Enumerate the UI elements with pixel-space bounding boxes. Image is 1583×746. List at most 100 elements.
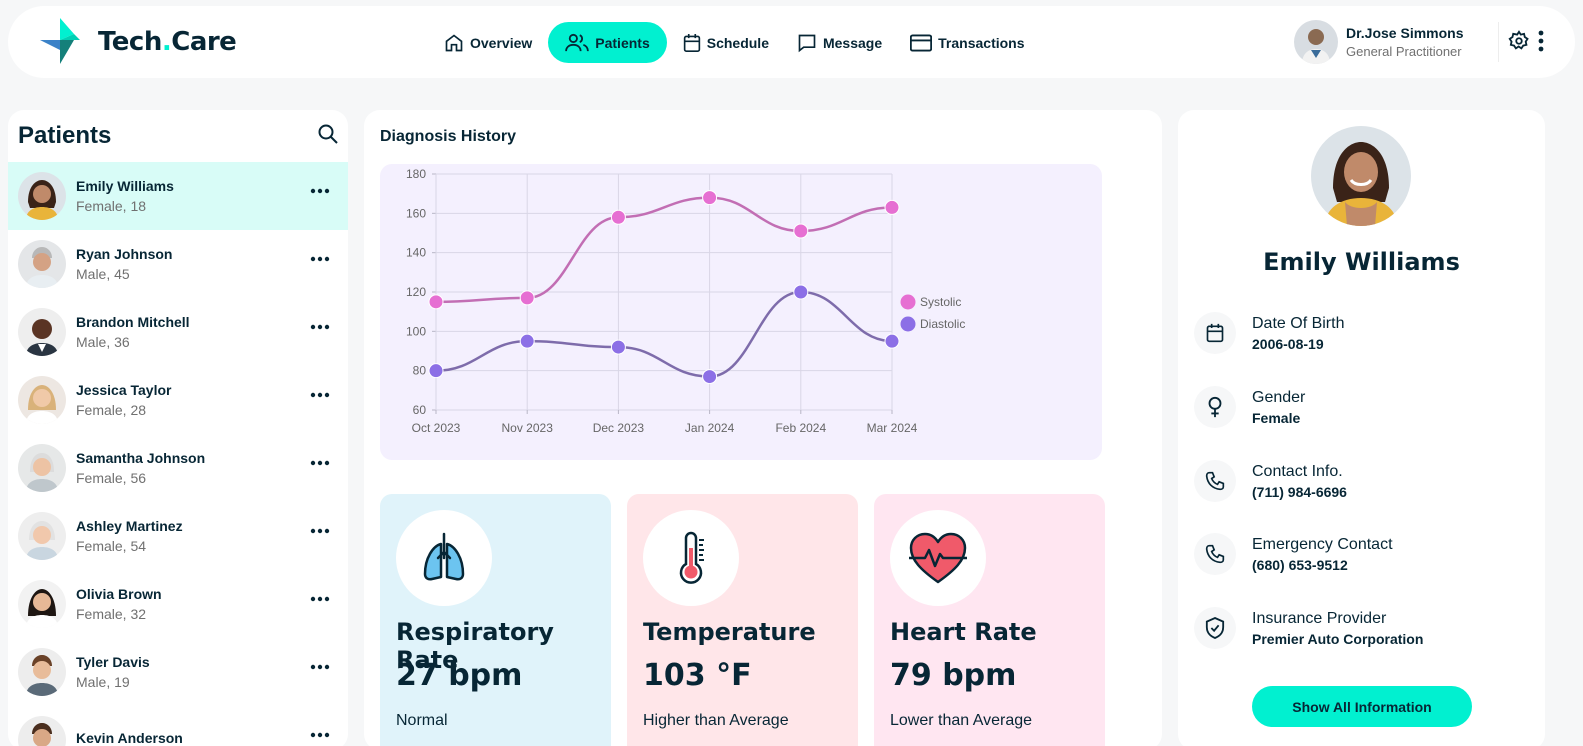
vital-value: 79 bpm xyxy=(890,658,1017,693)
y-tick-label: 120 xyxy=(406,285,426,299)
patient-gender: Female, xyxy=(76,198,127,214)
lungs-icon xyxy=(423,532,465,581)
patient-name: Emily Williams xyxy=(76,178,174,194)
patient-row[interactable]: Tyler Davis Male, 19 xyxy=(8,638,348,706)
nav-patients-label: Patients xyxy=(595,34,650,51)
profile-field-value: Premier Auto Corporation xyxy=(1252,630,1424,647)
patient-row[interactable]: Brandon Mitchell Male, 36 xyxy=(8,298,348,366)
nav-patients[interactable]: Patients xyxy=(548,22,667,63)
vital-label: Temperature xyxy=(643,618,816,646)
vital-icon-circle xyxy=(890,510,986,606)
patient-row[interactable]: Samantha Johnson Female, 56 xyxy=(8,434,348,502)
calendar-icon xyxy=(1206,323,1224,343)
more-horizontal-icon[interactable] xyxy=(310,596,330,602)
profile-field-label: Emergency Contact xyxy=(1252,535,1393,553)
doctor-profile[interactable]: Dr.Jose Simmons General Practitioner xyxy=(1294,20,1464,64)
phone-icon xyxy=(1205,471,1225,491)
patient-avatar xyxy=(18,240,66,288)
nav-overview-label: Overview xyxy=(470,34,533,51)
data-point-diastolic xyxy=(610,339,626,355)
more-horizontal-icon[interactable] xyxy=(310,392,330,398)
show-all-information-button[interactable]: Show All Information xyxy=(1252,686,1472,727)
nav-transactions[interactable]: Transactions xyxy=(898,22,1036,63)
home-icon xyxy=(445,33,463,51)
app-logo[interactable]: Tech.Care xyxy=(40,18,237,66)
profile-photo xyxy=(1311,126,1411,226)
series-line-diastolic xyxy=(435,290,893,378)
patient-row[interactable]: Olivia Brown Female, 32 xyxy=(8,570,348,638)
patient-name: Samantha Johnson xyxy=(76,450,206,466)
patient-row[interactable]: Jessica Taylor Female, 28 xyxy=(8,366,348,434)
blood-pressure-chart: 60 80 100 120 140 160 180 Oct 2023 Nov 2023 Dec 2… xyxy=(380,164,1102,460)
profile-field-value: Female xyxy=(1252,409,1301,426)
patient-row[interactable]: Ashley Martinez Female, 54 xyxy=(8,502,348,570)
patient-gender: Male, xyxy=(76,674,111,690)
main-nav: Overview Patients Schedule Message Trans… xyxy=(432,22,1041,63)
diagnosis-panel: Diagnosis History 60 80 100 120 140 160 180 Oct… xyxy=(364,110,1162,746)
gear-icon[interactable] xyxy=(1508,30,1530,52)
nav-message[interactable]: Message xyxy=(785,22,894,63)
profile-field-label: Gender xyxy=(1252,388,1306,406)
patient-age: 32 xyxy=(130,606,147,622)
phone-icon xyxy=(1205,544,1225,564)
patients-title: Patients xyxy=(18,122,112,149)
x-tick-label: Oct 2023 xyxy=(412,421,461,435)
patient-age: 54 xyxy=(130,538,147,554)
data-point-diastolic xyxy=(428,363,444,379)
vital-card-respiratory: Respiratory Rate 27 bpm Normal xyxy=(380,494,611,746)
y-tick-label: 100 xyxy=(406,324,426,338)
x-tick-label: Feb 2024 xyxy=(775,421,826,435)
data-point-diastolic xyxy=(702,369,718,385)
patient-gender: Male, xyxy=(76,334,111,350)
patient-avatar xyxy=(18,716,66,746)
more-horizontal-icon[interactable] xyxy=(310,324,330,330)
message-icon xyxy=(798,34,816,52)
patient-age: 56 xyxy=(130,470,147,486)
patient-row[interactable]: Ryan Johnson Male, 45 xyxy=(8,230,348,298)
patient-row[interactable]: Kevin Anderson xyxy=(8,706,348,746)
patient-avatar xyxy=(18,580,66,628)
more-horizontal-icon[interactable] xyxy=(310,528,330,534)
vital-card-temperature: Temperature 103 °F Higher than Average xyxy=(627,494,858,746)
profile-field-value: (711) 984-6696 xyxy=(1252,483,1347,500)
y-tick-label: 80 xyxy=(413,364,427,378)
patient-name: Ashley Martinez xyxy=(76,518,183,534)
patient-row[interactable]: Emily Williams Female, 18 xyxy=(8,162,348,230)
more-horizontal-icon[interactable] xyxy=(310,460,330,466)
nav-overview[interactable]: Overview xyxy=(432,22,544,63)
vital-icon-circle xyxy=(643,510,739,606)
legend-label-diastolic: Diastolic xyxy=(920,317,965,331)
profile-field-value: (680) 653-9512 xyxy=(1252,556,1348,573)
users-icon xyxy=(565,33,590,51)
data-point-systolic xyxy=(519,290,535,306)
patient-gender: Female, xyxy=(76,402,127,418)
patient-avatar xyxy=(18,172,66,220)
patient-age: 19 xyxy=(114,674,130,690)
profile-field-insurance: Insurance Provider Premier Auto Corporati… xyxy=(1194,607,1423,649)
app-name: Tech.Care xyxy=(98,27,237,57)
x-tick-label: Jan 2024 xyxy=(685,421,735,435)
x-tick-label: Nov 2023 xyxy=(502,421,554,435)
profile-field-label: Insurance Provider xyxy=(1252,609,1387,627)
more-horizontal-icon[interactable] xyxy=(310,664,330,670)
search-icon[interactable] xyxy=(318,124,338,144)
more-vertical-icon[interactable] xyxy=(1538,30,1544,52)
more-horizontal-icon[interactable] xyxy=(310,732,330,738)
patient-name: Brandon Mitchell xyxy=(76,314,190,330)
data-point-systolic xyxy=(884,199,900,215)
legend-marker-diastolic xyxy=(900,316,916,332)
more-horizontal-icon[interactable] xyxy=(310,188,330,194)
patient-age: 28 xyxy=(130,402,147,418)
nav-schedule[interactable]: Schedule xyxy=(671,22,781,63)
more-horizontal-icon[interactable] xyxy=(310,256,330,262)
thermometer-icon xyxy=(679,531,704,584)
y-tick-label: 180 xyxy=(406,167,426,181)
data-point-diastolic xyxy=(519,333,535,349)
data-point-systolic xyxy=(428,294,444,310)
vital-card-heart-rate: Heart Rate 79 bpm Lower than Average xyxy=(874,494,1105,746)
heart-icon xyxy=(909,532,967,584)
vital-value: 27 bpm xyxy=(396,658,523,693)
patient-name: Ryan Johnson xyxy=(76,246,173,262)
patient-name: Tyler Davis xyxy=(76,654,150,670)
patient-gender: Female, xyxy=(76,538,127,554)
